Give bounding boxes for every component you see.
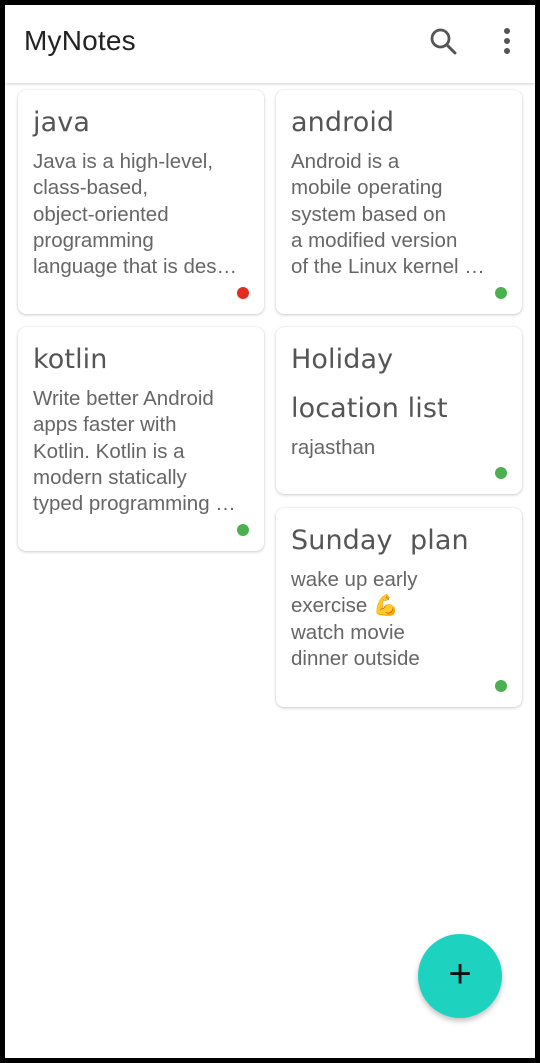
note-status-dot (495, 680, 507, 692)
note-body: rajasthan (291, 436, 376, 459)
note-title: android (291, 107, 395, 138)
note-card-android[interactable]: android Android is a mobile operating sy… (276, 90, 522, 314)
note-title: kotlin (33, 344, 108, 375)
app-screen: MyNotes java Java is a high-level, class… (5, 5, 535, 1058)
note-title: Holiday location list (291, 344, 448, 424)
more-vertical-icon (504, 28, 510, 54)
note-status-dot (237, 287, 249, 299)
add-note-button[interactable]: + (418, 934, 502, 1018)
plus-icon: + (448, 952, 472, 996)
search-button[interactable] (423, 21, 463, 61)
app-bar: MyNotes (5, 5, 535, 83)
note-body: Android is a mobile operating system bas… (291, 150, 485, 279)
note-body: wake up early exercise 💪 watch movie din… (291, 568, 420, 670)
note-status-dot (495, 467, 507, 479)
note-status-dot (237, 524, 249, 536)
note-card-java[interactable]: java Java is a high-level, class-based, … (18, 90, 264, 314)
note-title: Sunday plan (291, 525, 469, 556)
note-title: java (33, 107, 90, 138)
more-options-button[interactable] (487, 21, 527, 61)
note-status-dot (495, 287, 507, 299)
app-title: MyNotes (24, 25, 136, 56)
note-card-holiday-location-list[interactable]: Holiday location list rajasthan (276, 327, 522, 494)
note-body: Java is a high-level, class-based, objec… (33, 150, 237, 279)
search-icon (430, 28, 457, 55)
note-card-kotlin[interactable]: kotlin Write better Android apps faster … (18, 327, 264, 551)
note-card-sunday-plan[interactable]: Sunday plan wake up early exercise 💪 wat… (276, 508, 522, 707)
note-body: Write better Android apps faster with Ko… (33, 387, 236, 516)
